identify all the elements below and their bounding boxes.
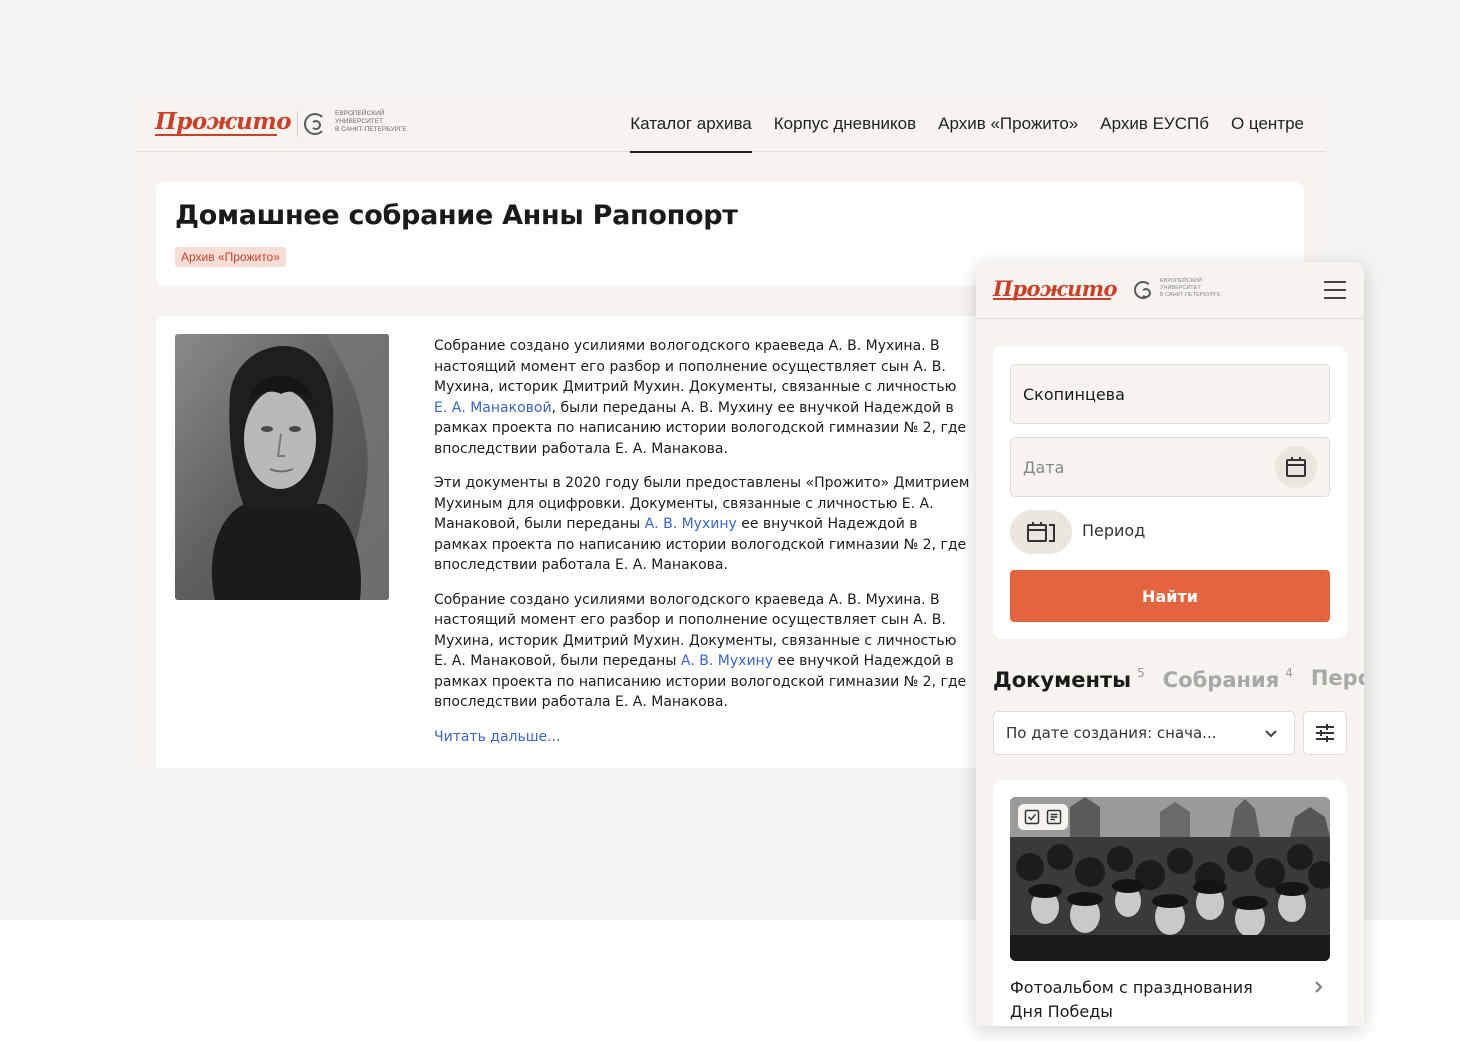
logo-divider bbox=[297, 111, 298, 137]
calendar-icon bbox=[1286, 457, 1306, 477]
search-input[interactable]: Скопинцева bbox=[1010, 364, 1330, 424]
desktop-header: Прожито ЕВРОПЕЙСКИЙ УНИВЕРСИТЕТ В САНКТ-… bbox=[135, 96, 1326, 153]
read-more-link[interactable]: Читать дальше... bbox=[434, 727, 974, 748]
description-paragraph: Собрание создано усилиями вологодского к… bbox=[434, 591, 967, 711]
tab-collections[interactable]: Собрания 4 bbox=[1163, 666, 1293, 692]
nav-prozhito-archive[interactable]: Архив «Прожито» bbox=[938, 96, 1078, 152]
hamburger-menu-icon[interactable] bbox=[1324, 280, 1346, 300]
search-submit-button[interactable]: Найти bbox=[1010, 570, 1330, 622]
filter-button[interactable] bbox=[1303, 711, 1347, 755]
nav-catalog[interactable]: Каталог архива bbox=[630, 96, 752, 153]
description-text: Собрание создано усилиями вологодского к… bbox=[434, 336, 974, 747]
sliders-icon bbox=[1316, 724, 1334, 742]
results-tabs: Документы5 Собрания4 Персо bbox=[993, 666, 1364, 692]
sort-select[interactable]: По дате создания: снача... bbox=[993, 711, 1295, 755]
nav-about[interactable]: О центре bbox=[1231, 96, 1304, 152]
chevron-down-icon bbox=[1265, 730, 1277, 738]
mobile-screen: Прожито ЕВРОПЕЙСКИЙ УНИВЕРСИТЕТ В САНКТ-… bbox=[976, 262, 1364, 1026]
eu-spb-logo-icon bbox=[304, 113, 326, 135]
date-field[interactable]: Дата bbox=[1010, 437, 1330, 497]
portrait-photo bbox=[175, 334, 389, 600]
logo-underline bbox=[155, 134, 277, 136]
chevron-right-icon bbox=[1315, 981, 1323, 993]
document-card[interactable]: Фотоальбом с празднования Дня Победы bbox=[993, 780, 1347, 1026]
calendar-button[interactable] bbox=[1275, 446, 1317, 488]
description-paragraph: Собрание создано усилиями вологодского к… bbox=[434, 338, 967, 457]
date-placeholder: Дата bbox=[1023, 457, 1065, 477]
nav-diary-corpus[interactable]: Корпус дневников bbox=[774, 96, 916, 152]
description-paragraph: Эти документы в 2020 году были предостав… bbox=[434, 475, 970, 573]
prozhito-logo[interactable]: Прожито bbox=[155, 108, 292, 135]
period-toggle[interactable] bbox=[1010, 510, 1072, 554]
tab-persons[interactable]: Персо bbox=[1311, 666, 1364, 692]
eu-spb-logo-text: ЕВРОПЕЙСКИЙ УНИВЕРСИТЕТ В САНКТ-ПЕТЕРБУР… bbox=[1160, 278, 1221, 298]
sort-label: По дате создания: снача... bbox=[1006, 724, 1217, 742]
person-link[interactable]: А. В. Мухину bbox=[645, 516, 737, 532]
archive-badge[interactable]: Архив «Прожито» bbox=[175, 247, 286, 267]
document-photo bbox=[1010, 797, 1330, 961]
search-form: Скопинцева Дата Период Найти bbox=[993, 346, 1347, 639]
tab-documents[interactable]: Документы 5 bbox=[993, 666, 1145, 692]
checklist-icon bbox=[1024, 809, 1040, 825]
page-title: Домашнее собрание Анны Рапопорт bbox=[175, 200, 738, 231]
logo-underline bbox=[993, 298, 1111, 300]
mobile-header: Прожито ЕВРОПЕЙСКИЙ УНИВЕРСИТЕТ В САНКТ-… bbox=[976, 262, 1364, 319]
person-link[interactable]: Е. А. Манаковой bbox=[434, 400, 552, 416]
card-type-icons bbox=[1018, 804, 1068, 830]
main-nav: Каталог архива Корпус дневников Архив «П… bbox=[630, 96, 1304, 153]
nav-eu-archive[interactable]: Архив ЕУСПб bbox=[1100, 96, 1209, 152]
eu-spb-logo-text: ЕВРОПЕЙСКИЙ УНИВЕРСИТЕТ В САНКТ-ПЕТЕРБУР… bbox=[335, 110, 407, 133]
calendar-range-icon bbox=[1027, 522, 1055, 542]
eu-spb-logo-icon bbox=[1134, 281, 1152, 299]
person-link[interactable]: А. В. Мухину bbox=[681, 653, 773, 669]
period-label: Период bbox=[1082, 521, 1146, 540]
document-icon bbox=[1046, 809, 1062, 825]
document-title: Фотоальбом с празднования Дня Победы bbox=[1010, 978, 1253, 1021]
